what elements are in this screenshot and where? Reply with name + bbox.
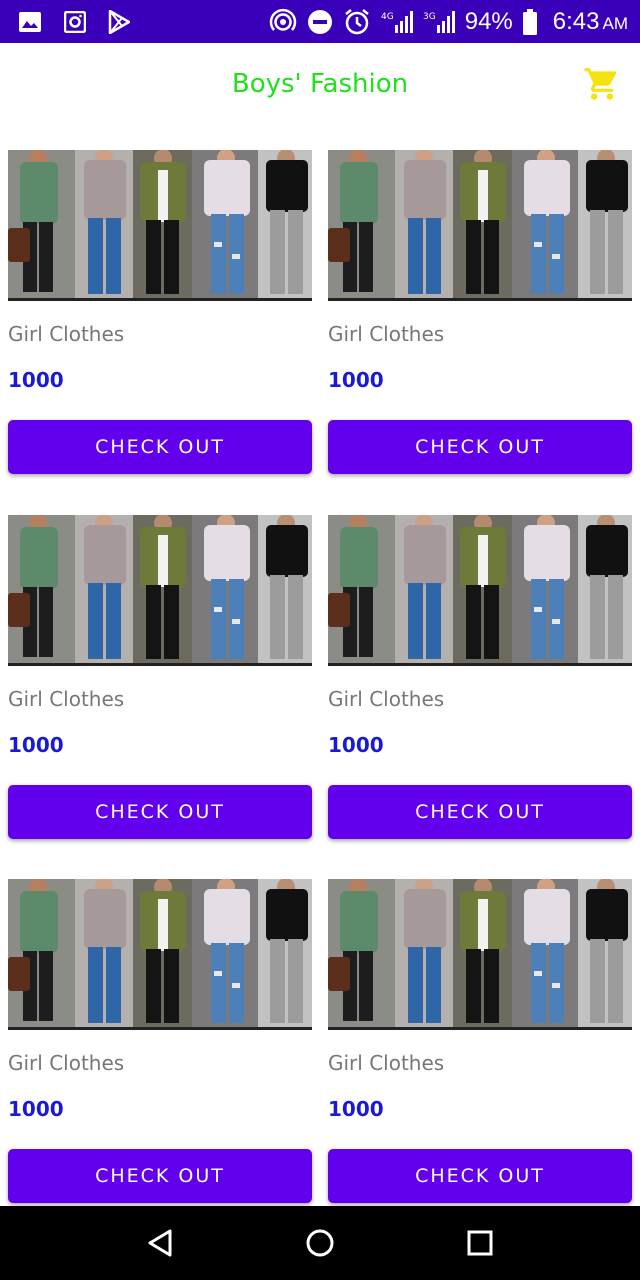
recents-icon	[467, 1230, 493, 1256]
product-image[interactable]	[328, 150, 632, 301]
play-store-icon	[108, 9, 130, 34]
clock: 6:43 AM	[553, 8, 628, 36]
product-image[interactable]	[328, 879, 632, 1030]
product-price: 1000	[8, 1097, 64, 1121]
recents-button[interactable]	[463, 1226, 497, 1260]
product-card[interactable]: Girl Clothes 1000 CHECK OUT	[328, 515, 632, 841]
product-name: Girl Clothes	[8, 687, 125, 711]
page-title: Boys' Fashion	[231, 69, 409, 99]
checkout-button[interactable]: CHECK OUT	[8, 785, 312, 839]
cart-button[interactable]	[583, 65, 621, 103]
checkout-button[interactable]: CHECK OUT	[8, 1149, 312, 1203]
product-card[interactable]: Girl Clothes 1000 CHECK OUT	[8, 150, 312, 476]
clock-ampm: AM	[602, 13, 629, 33]
product-price: 1000	[328, 1097, 384, 1121]
checkout-button[interactable]: CHECK OUT	[328, 785, 632, 839]
product-card[interactable]: Girl Clothes 1000 CHECK OUT	[328, 879, 632, 1205]
product-name: Girl Clothes	[8, 1051, 125, 1075]
clock-time: 6:43	[552, 7, 600, 35]
alarm-icon	[343, 8, 371, 36]
checkout-button[interactable]: CHECK OUT	[328, 420, 632, 474]
product-card[interactable]: Girl Clothes 1000 CHECK OUT	[8, 515, 312, 841]
svg-text:4G: 4G	[381, 12, 394, 22]
status-bar: 4G 3G 94% 6:43 AM	[0, 0, 640, 43]
product-price: 1000	[8, 368, 64, 392]
home-icon	[306, 1229, 334, 1257]
product-price: 1000	[328, 733, 384, 757]
product-name: Girl Clothes	[328, 322, 445, 346]
app-bar: Boys' Fashion	[0, 43, 640, 133]
gallery-icon	[18, 11, 42, 33]
svg-text:3G: 3G	[423, 12, 436, 22]
product-name: Girl Clothes	[328, 687, 445, 711]
signal-4g-icon: 4G	[381, 9, 413, 35]
checkout-button[interactable]: CHECK OUT	[8, 420, 312, 474]
product-card[interactable]: Girl Clothes 1000 CHECK OUT	[328, 150, 632, 476]
hotspot-icon	[269, 8, 297, 36]
cart-icon	[584, 68, 617, 100]
product-image[interactable]	[328, 515, 632, 666]
product-image[interactable]	[8, 879, 312, 1030]
do-not-disturb-icon	[307, 9, 333, 35]
product-name: Girl Clothes	[8, 322, 125, 346]
product-price: 1000	[328, 368, 384, 392]
product-card[interactable]: Girl Clothes 1000 CHECK OUT	[8, 879, 312, 1205]
battery-icon	[522, 8, 537, 35]
navigation-bar	[0, 1206, 640, 1280]
battery-percent: 94%	[464, 7, 513, 35]
product-image[interactable]	[8, 150, 312, 301]
product-image[interactable]	[8, 515, 312, 666]
signal-3g-icon: 3G	[423, 9, 455, 35]
back-button[interactable]	[143, 1226, 177, 1260]
product-name: Girl Clothes	[328, 1051, 445, 1075]
camera-icon	[64, 10, 86, 33]
checkout-button[interactable]: CHECK OUT	[328, 1149, 632, 1203]
home-button[interactable]	[303, 1226, 337, 1260]
product-price: 1000	[8, 733, 64, 757]
back-icon	[148, 1229, 172, 1257]
